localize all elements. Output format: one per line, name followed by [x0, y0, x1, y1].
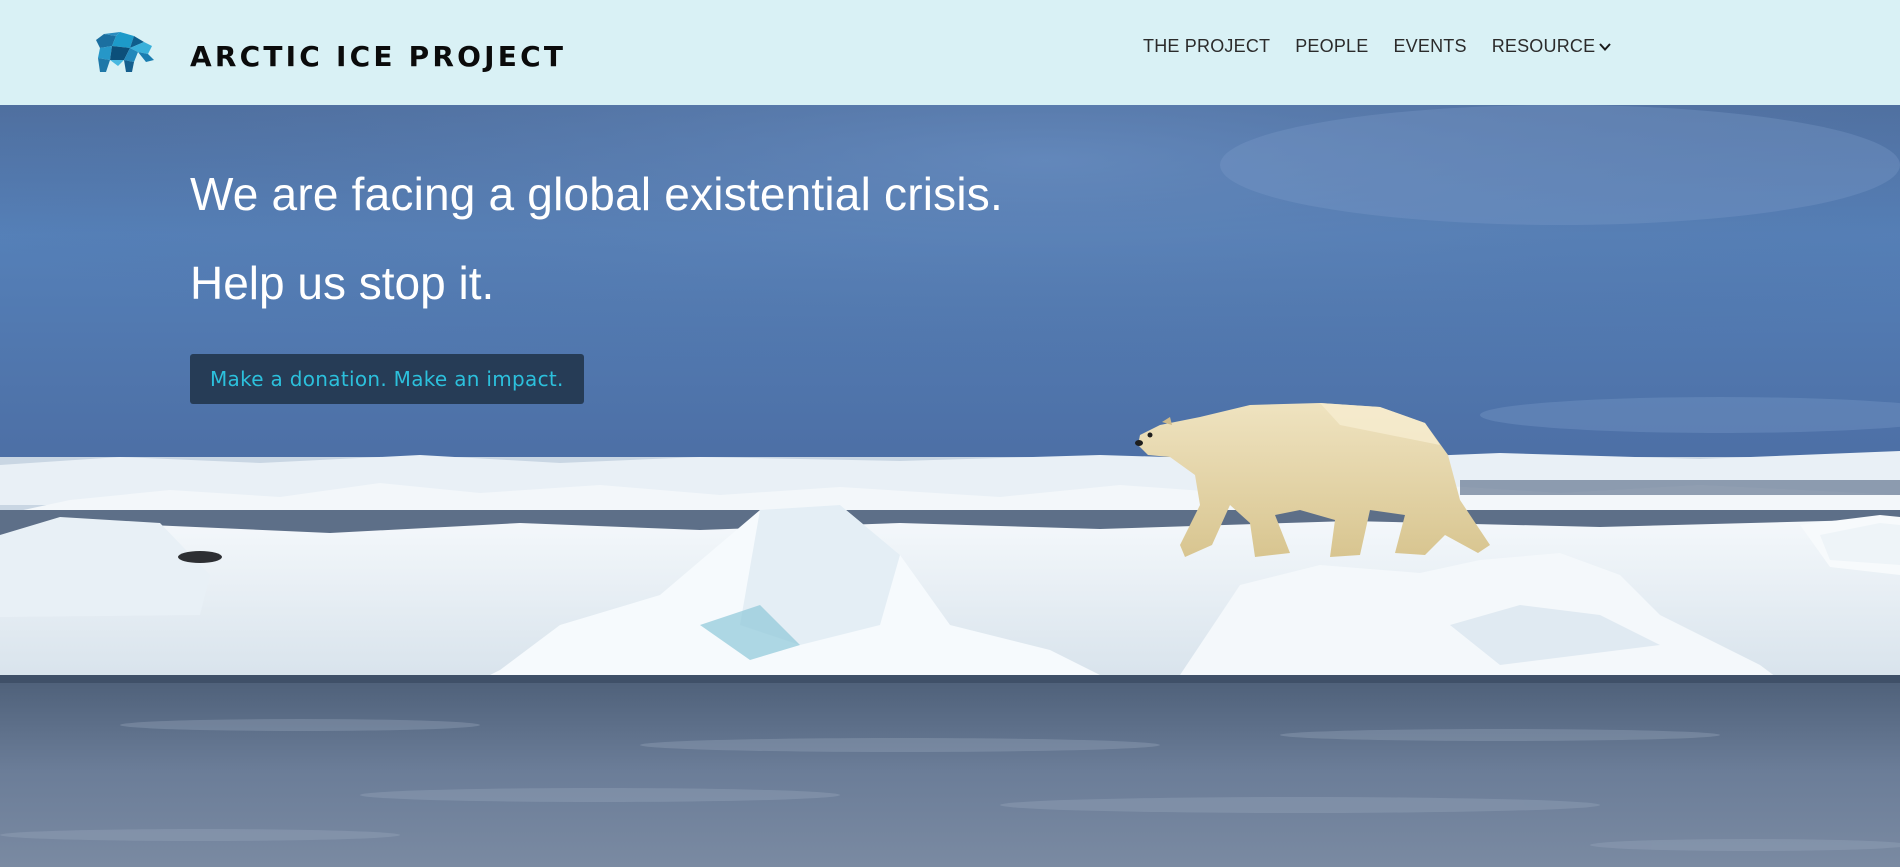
- hero-subheadline: Help us stop it.: [190, 256, 495, 309]
- brand-name: ARCTIC ICE PROJECT: [190, 40, 567, 73]
- page: ARCTIC ICE PROJECT THE PROJECT PEOPLE EV…: [0, 0, 1900, 867]
- nav-item-events[interactable]: EVENTS: [1393, 36, 1466, 57]
- nav-item-resource-dropdown[interactable]: RESOURCE: [1492, 36, 1613, 57]
- hero-headline: We are facing a global existential crisi…: [190, 168, 1003, 220]
- home-logo-link[interactable]: ARCTIC ICE PROJECT: [94, 32, 563, 74]
- nav-item-people[interactable]: PEOPLE: [1295, 36, 1368, 57]
- site-header: ARCTIC ICE PROJECT THE PROJECT PEOPLE EV…: [0, 0, 1900, 105]
- main-nav: THE PROJECT PEOPLE EVENTS RESOURCE: [1143, 36, 1612, 57]
- hero-section: We are facing a global existential crisi…: [0, 105, 1900, 867]
- donate-button[interactable]: Make a donation. Make an impact.: [190, 354, 584, 405]
- nav-item-the-project[interactable]: THE PROJECT: [1143, 36, 1270, 57]
- polar-bear-logo-icon: [96, 32, 154, 72]
- chevron-down-icon: [1599, 42, 1612, 51]
- hero-text-block: We are facing a global existential crisi…: [190, 168, 1003, 405]
- nav-item-resource-label: RESOURCE: [1491, 36, 1596, 56]
